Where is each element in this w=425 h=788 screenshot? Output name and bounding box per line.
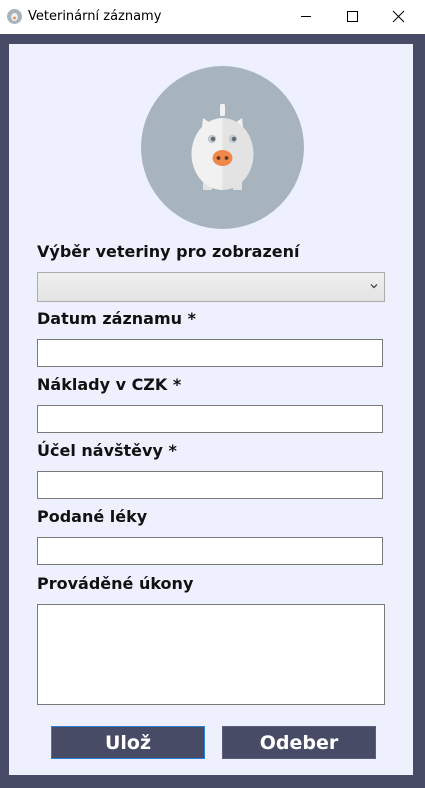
remove-button[interactable]: Odeber bbox=[222, 726, 376, 759]
title-bar[interactable]: Veterinární záznamy bbox=[0, 0, 425, 34]
date-label: Datum záznamu * bbox=[37, 309, 196, 328]
app-window: Veterinární záznamy Výběr veteriny pro z… bbox=[0, 0, 425, 788]
minimize-button[interactable] bbox=[283, 0, 329, 33]
minimize-icon bbox=[301, 16, 311, 17]
piggy-bank-icon bbox=[141, 66, 304, 229]
date-input[interactable] bbox=[37, 339, 383, 367]
chevron-down-icon bbox=[370, 284, 378, 289]
cost-label: Náklady v CZK * bbox=[37, 375, 182, 394]
procedures-label: Prováděné úkony bbox=[37, 574, 194, 593]
procedures-textarea[interactable] bbox=[37, 604, 385, 705]
purpose-input[interactable] bbox=[37, 471, 383, 499]
cost-input[interactable] bbox=[37, 405, 383, 433]
save-button[interactable]: Ulož bbox=[51, 726, 205, 759]
close-button[interactable] bbox=[375, 0, 421, 33]
maximize-button[interactable] bbox=[329, 0, 375, 33]
maximize-icon bbox=[347, 11, 358, 22]
vet-select-label: Výběr veteriny pro zobrazení bbox=[37, 242, 300, 261]
medications-input[interactable] bbox=[37, 537, 383, 565]
app-icon bbox=[7, 9, 22, 24]
close-icon bbox=[392, 10, 405, 23]
purpose-label: Účel návštěvy * bbox=[37, 441, 177, 460]
medications-label: Podané léky bbox=[37, 507, 148, 526]
vet-select-dropdown[interactable] bbox=[37, 272, 385, 302]
window-title: Veterinární záznamy bbox=[28, 9, 162, 24]
